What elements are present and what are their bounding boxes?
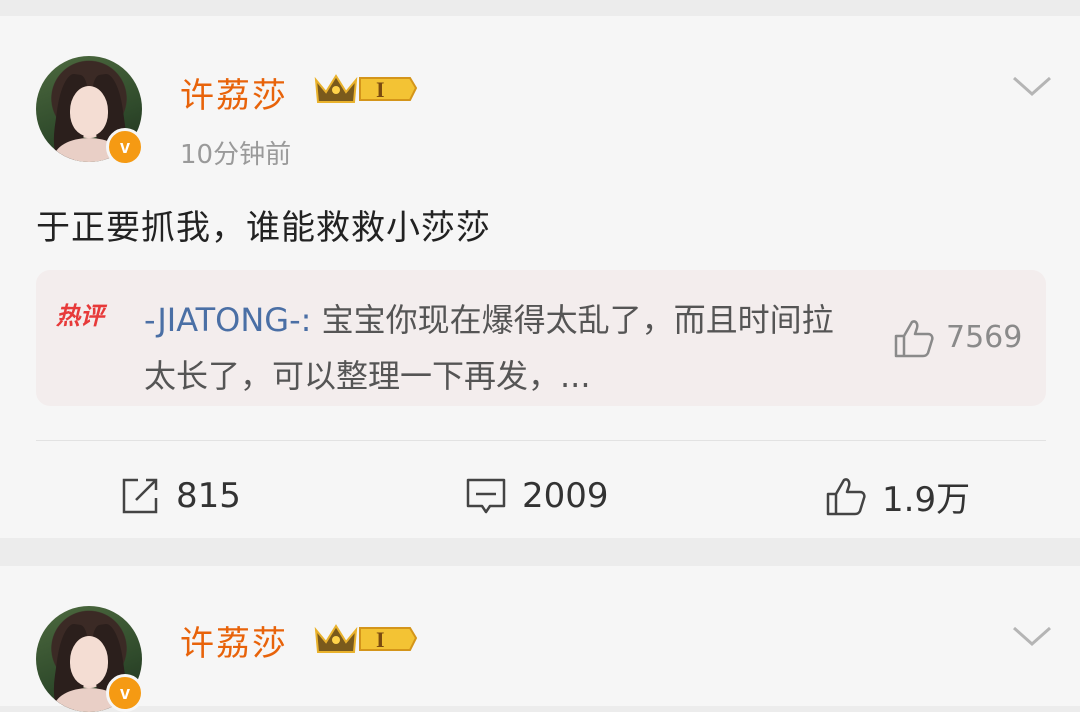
- hot-comment-like-count: 7569: [946, 320, 1023, 355]
- comment-count: 2009: [522, 476, 609, 516]
- level-badge-text: I: [376, 77, 385, 102]
- comment-button[interactable]: 2009: [464, 472, 609, 520]
- hot-comment-body: -JIATONG-: 宝宝你现在爆得太乱了，而且时间拉太长了，可以整理一下再发，…: [144, 301, 834, 395]
- chevron-down-icon[interactable]: [1010, 624, 1054, 648]
- hot-comment-user[interactable]: -JIATONG-: [144, 301, 301, 339]
- hot-comment-tag: 热评: [56, 302, 104, 330]
- like-button[interactable]: 1.9万: [824, 472, 970, 520]
- thumb-up-icon[interactable]: [892, 316, 936, 360]
- level-badge-text: I: [376, 627, 385, 652]
- weibo-post: v 许荔莎 I: [0, 566, 1080, 712]
- username[interactable]: 许荔莎: [180, 616, 288, 665]
- like-count: 1.9万: [882, 479, 971, 520]
- post-content[interactable]: 于正要抓我，谁能救救小莎莎: [36, 200, 491, 249]
- post-time: 10分钟前: [180, 140, 292, 170]
- thumb-up-icon: [826, 478, 866, 516]
- chevron-down-icon[interactable]: [1010, 74, 1054, 98]
- repost-count: 815: [176, 476, 241, 516]
- repost-button[interactable]: 815: [118, 472, 241, 520]
- repost-icon: [122, 478, 158, 514]
- weibo-post: v 许荔莎 I 10分钟前 于正要抓我，谁能救救小莎莎 热评 -JIATONG-…: [0, 16, 1080, 538]
- verified-badge-icon: v: [106, 128, 144, 166]
- divider: [36, 440, 1046, 441]
- crown-icon: I: [314, 74, 418, 103]
- verified-badge-icon: v: [106, 674, 144, 712]
- username[interactable]: 许荔莎: [180, 68, 288, 117]
- hot-comment[interactable]: 热评 -JIATONG-: 宝宝你现在爆得太乱了，而且时间拉太长了，可以整理一下…: [36, 270, 1046, 406]
- crown-icon: I: [314, 624, 418, 653]
- comment-icon: [466, 478, 506, 514]
